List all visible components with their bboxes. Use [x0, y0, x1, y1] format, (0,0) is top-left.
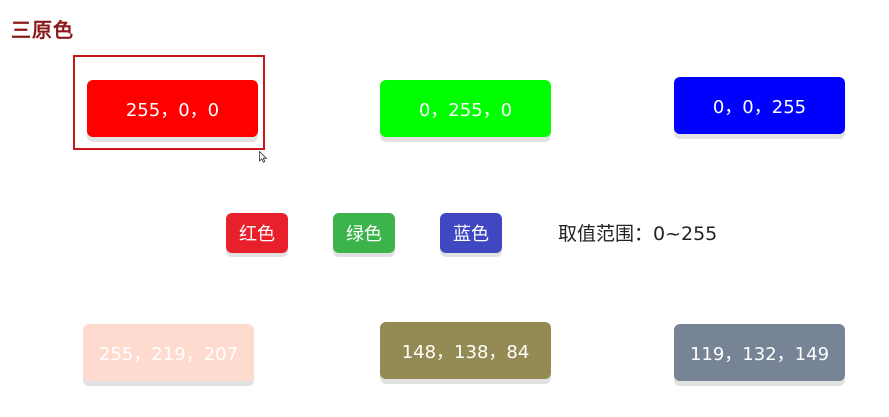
mouse-cursor-icon [259, 151, 267, 163]
swatch-blue[interactable]: 0，0，255 [674, 77, 845, 134]
swatch-peach[interactable]: 255，219，207 [83, 324, 254, 381]
chip-green[interactable]: 绿色 [333, 213, 395, 253]
value-range-label: 取值范围：0~255 [558, 223, 718, 245]
page-title: 三原色 [11, 18, 74, 42]
swatch-green[interactable]: 0，255，0 [380, 80, 551, 137]
swatch-olive[interactable]: 148，138，84 [380, 322, 551, 379]
selection-highlight-box [73, 55, 265, 150]
chip-blue[interactable]: 蓝色 [440, 213, 502, 253]
chip-red[interactable]: 红色 [226, 213, 288, 253]
swatch-slate[interactable]: 119，132，149 [674, 324, 845, 381]
